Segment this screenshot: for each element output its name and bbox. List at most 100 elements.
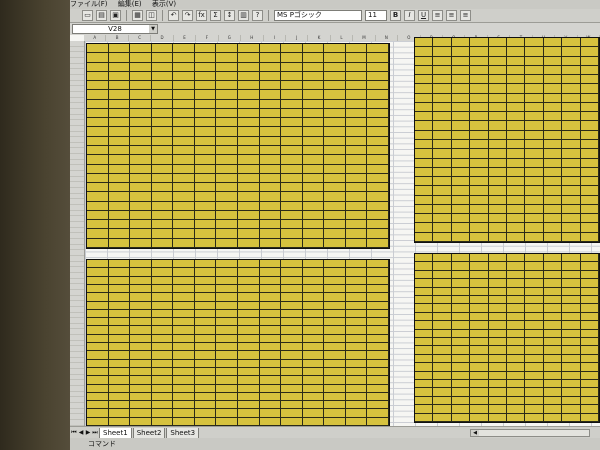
table-cell[interactable]	[345, 260, 368, 269]
scroll-left-icon[interactable]: ◀	[471, 430, 479, 436]
table-cell[interactable]	[506, 354, 526, 364]
table-cell[interactable]	[130, 276, 152, 285]
table-cell[interactable]	[470, 56, 489, 66]
table-cell[interactable]	[433, 177, 452, 187]
table-cell[interactable]	[543, 371, 563, 380]
table-cell[interactable]	[506, 363, 526, 372]
table-cell[interactable]	[525, 177, 544, 187]
table-cell[interactable]	[562, 158, 581, 168]
table-cell[interactable]	[173, 99, 195, 109]
table-cell[interactable]	[451, 167, 471, 178]
table-cell[interactable]	[259, 53, 282, 63]
table-cell[interactable]	[562, 371, 581, 380]
table-cell[interactable]	[345, 343, 368, 352]
sum-icon[interactable]: Σ	[210, 10, 221, 21]
table-cell[interactable]	[87, 127, 109, 137]
table-cell[interactable]	[506, 346, 526, 355]
table-cell[interactable]	[562, 379, 581, 389]
table-cell[interactable]	[367, 145, 389, 156]
table-cell[interactable]	[302, 108, 325, 119]
table-cell[interactable]	[87, 53, 109, 63]
table-cell[interactable]	[506, 112, 526, 122]
table-cell[interactable]	[562, 279, 581, 288]
table-cell[interactable]	[506, 287, 526, 296]
table-cell[interactable]	[324, 62, 346, 72]
table-cell[interactable]	[451, 223, 471, 233]
table-cell[interactable]	[580, 93, 599, 103]
table-cell[interactable]	[506, 186, 526, 196]
table-cell[interactable]	[281, 220, 303, 230]
table-cell[interactable]	[216, 309, 238, 319]
table-cell[interactable]	[451, 371, 471, 380]
table-cell[interactable]	[433, 204, 452, 215]
table-cell[interactable]	[281, 318, 303, 327]
table-cell[interactable]	[259, 173, 282, 184]
table-cell[interactable]	[580, 139, 599, 150]
table-cell[interactable]	[433, 287, 452, 296]
table-cell[interactable]	[525, 396, 544, 406]
table-cell[interactable]	[259, 384, 282, 393]
table-cell[interactable]	[216, 376, 238, 385]
table-cell[interactable]	[580, 102, 599, 113]
table-cell[interactable]	[525, 232, 544, 242]
table-cell[interactable]	[281, 164, 303, 174]
table-cell[interactable]	[324, 90, 346, 100]
table-cell[interactable]	[216, 164, 238, 174]
table-cell[interactable]	[302, 359, 325, 368]
table-cell[interactable]	[580, 195, 599, 205]
table-cell[interactable]	[580, 232, 599, 242]
table-cell[interactable]	[237, 417, 260, 426]
table-cell[interactable]	[216, 318, 238, 327]
table-cell[interactable]	[108, 220, 131, 230]
table-cell[interactable]	[543, 93, 563, 103]
yellow-table-bottom-left[interactable]	[86, 259, 390, 426]
table-cell[interactable]	[259, 210, 282, 221]
table-cell[interactable]	[562, 405, 581, 414]
table-cell[interactable]	[216, 118, 238, 128]
table-cell[interactable]	[470, 177, 489, 187]
table-cell[interactable]	[324, 384, 346, 393]
table-cell[interactable]	[108, 53, 131, 63]
table-cell[interactable]	[506, 102, 526, 113]
table-cell[interactable]	[470, 84, 489, 94]
yellow-table-top-right[interactable]	[414, 37, 600, 243]
table-cell[interactable]	[259, 62, 282, 72]
table-cell[interactable]	[87, 99, 109, 109]
table-cell[interactable]	[173, 384, 195, 393]
table-cell[interactable]	[237, 71, 260, 82]
table-cell[interactable]	[194, 384, 217, 393]
table-cell[interactable]	[367, 220, 389, 230]
table-cell[interactable]	[87, 293, 109, 302]
table-cell[interactable]	[108, 210, 131, 221]
table-cell[interactable]	[415, 379, 434, 389]
table-cell[interactable]	[367, 173, 389, 184]
table-cell[interactable]	[415, 214, 434, 224]
table-cell[interactable]	[562, 38, 581, 48]
table-cell[interactable]	[324, 417, 346, 426]
table-cell[interactable]	[151, 44, 174, 54]
table-cell[interactable]	[151, 127, 174, 137]
table-cell[interactable]	[302, 192, 325, 202]
table-cell[interactable]	[237, 44, 260, 54]
table-cell[interactable]	[281, 192, 303, 202]
table-cell[interactable]	[194, 164, 217, 174]
table-cell[interactable]	[415, 279, 434, 288]
table-cell[interactable]	[415, 93, 434, 103]
table-cell[interactable]	[108, 108, 131, 119]
table-cell[interactable]	[433, 112, 452, 122]
table-cell[interactable]	[194, 409, 217, 418]
table-cell[interactable]	[562, 223, 581, 233]
table-cell[interactable]	[525, 279, 544, 288]
table-cell[interactable]	[367, 326, 389, 335]
table-cell[interactable]	[259, 392, 282, 402]
table-cell[interactable]	[580, 186, 599, 196]
table-cell[interactable]	[173, 376, 195, 385]
table-cell[interactable]	[216, 401, 238, 410]
table-cell[interactable]	[415, 295, 434, 305]
table-cell[interactable]	[151, 268, 174, 277]
table-cell[interactable]	[367, 155, 389, 165]
table-cell[interactable]	[562, 84, 581, 94]
table-cell[interactable]	[488, 405, 507, 414]
table-cell[interactable]	[151, 220, 174, 230]
table-cell[interactable]	[345, 229, 368, 239]
